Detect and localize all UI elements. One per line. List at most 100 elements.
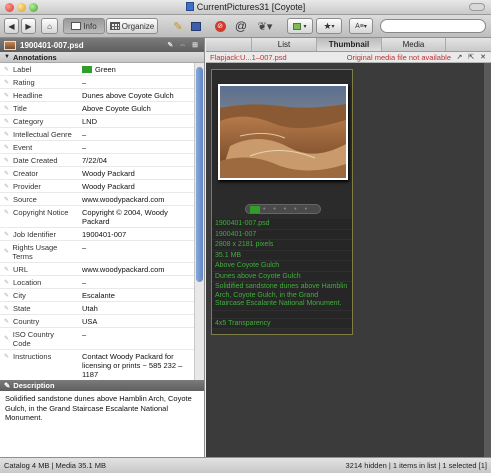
description-text[interactable]: Solidified sandstone dunes above Hamblin…	[0, 391, 204, 457]
thumbnail-card[interactable]: • • • • • 1900401-007.psd 1900401-007 2808…	[211, 69, 353, 335]
annotations-section-header[interactable]: ▼ Annotations	[0, 52, 204, 63]
path-nav-icons[interactable]: ↗ ⇱ ✕	[457, 53, 489, 61]
text-menu-button[interactable]: A≡ ▾	[349, 18, 373, 34]
annotation-value[interactable]: –	[72, 328, 194, 340]
annotation-label-text: Headline	[13, 91, 43, 100]
edit-pencil-icon: ✎	[4, 292, 10, 299]
annotation-row[interactable]: ✎ Event –	[0, 141, 194, 154]
annotation-row[interactable]: ✎ State Utah	[0, 302, 194, 315]
annotation-label-text: Title	[13, 104, 27, 113]
annotation-value[interactable]: www.woodypackard.com	[72, 263, 194, 275]
annotation-row[interactable]: ✎ Country USA	[0, 315, 194, 328]
rating-menu-button[interactable]: ★ ▾	[316, 18, 342, 34]
annotation-label: ✎ Category	[0, 115, 72, 127]
annotations-scrollbar[interactable]	[194, 63, 204, 410]
browser-panel: List Thumbnail Media Flapjack:U...1–007.…	[206, 38, 491, 457]
media-button[interactable]	[189, 18, 203, 34]
annotation-row[interactable]: ✎ Date Created 7/22/04	[0, 154, 194, 167]
annotation-label: ✎ Event	[0, 141, 72, 153]
edit-pencil-icon: ✎	[4, 157, 10, 164]
email-button[interactable]: @	[233, 18, 249, 34]
annotation-row[interactable]: ✎ Intellectual Genre –	[0, 128, 194, 141]
edit-pencil-icon: ✎	[4, 105, 10, 112]
annotate-button[interactable]: ✎	[170, 18, 186, 34]
thumbnail-rating-bar[interactable]: • • • • •	[245, 204, 321, 214]
search-input[interactable]	[380, 19, 486, 33]
annotation-value-text: 7/22/04	[82, 156, 108, 165]
info-label: Info	[83, 21, 97, 31]
annotation-value[interactable]: –	[72, 241, 194, 253]
annotation-value[interactable]: Green	[72, 63, 194, 75]
annotation-value[interactable]: Copyright © 2004, Woody Packard	[72, 206, 194, 227]
annotation-value[interactable]: USA	[72, 315, 194, 327]
label-menu-button[interactable]: ▾	[287, 18, 313, 34]
home-button[interactable]: ⌂	[41, 18, 58, 34]
annotation-row[interactable]: ✎ Location –	[0, 276, 194, 289]
annotation-value[interactable]: www.woodypackard.com	[72, 193, 194, 205]
annotation-label-text: Date Created	[13, 156, 58, 165]
gallery-scrollbar[interactable]	[484, 63, 491, 457]
annotation-value[interactable]: Above Coyote Gulch	[72, 102, 194, 114]
annotation-value-text: –	[82, 143, 87, 152]
script-button[interactable]: ❦▾	[254, 18, 276, 34]
toolbar-toggle-button[interactable]	[469, 3, 485, 11]
annotation-row[interactable]: ✎ Creator Woody Packard	[0, 167, 194, 180]
annotation-value[interactable]: Woody Packard	[72, 167, 194, 179]
title-bar: CurrentPictures31 [Coyote]	[0, 0, 491, 15]
annotation-row[interactable]: ✎ Copyright Notice Copyright © 2004, Woody…	[0, 206, 194, 228]
annotation-row[interactable]: ✎ Instructions Contact Woody Packard for l…	[0, 350, 194, 381]
annotation-row[interactable]: ✎ URL www.woodypackard.com	[0, 263, 194, 276]
thumbnail-gallery: • • • • • 1900401-007.psd 1900401-007 2808…	[206, 63, 484, 457]
description-title: Description	[13, 381, 55, 390]
info-button[interactable]: Info	[63, 18, 105, 34]
edit-pencil-icon: ✎	[4, 66, 10, 73]
thumbnail-image[interactable]	[218, 84, 348, 180]
edit-pencil-icon: ✎	[4, 183, 10, 190]
annotation-value[interactable]: Contact Woody Packard for licensing or p…	[72, 350, 194, 380]
annotation-row[interactable]: ✎ Category LND	[0, 115, 194, 128]
annotation-value[interactable]: Woody Packard	[72, 180, 194, 192]
annotation-label-text: URL	[13, 265, 29, 274]
annotation-value[interactable]: LND	[72, 115, 194, 127]
thumbnail-meta-row: Solidified sandstone dunes above Hamblin…	[212, 282, 352, 311]
annotation-value[interactable]: –	[72, 276, 194, 288]
tab-media[interactable]: Media	[381, 38, 446, 51]
annotation-row[interactable]: ✎ Job Identifier 1900401-007	[0, 228, 194, 241]
rating-dots[interactable]: • • • • •	[263, 205, 310, 214]
stop-icon: ⊘	[214, 20, 226, 32]
file-path[interactable]: Flapjack:U...1–007.psd	[210, 53, 287, 62]
annotation-value[interactable]: Escalante	[72, 289, 194, 301]
annotation-row[interactable]: ✎ Rights Usage Terms –	[0, 241, 194, 263]
annotation-value-text: www.woodypackard.com	[82, 265, 165, 274]
annotation-row[interactable]: ✎ Provider Woody Packard	[0, 180, 194, 193]
organize-button[interactable]: Organize	[106, 18, 158, 34]
description-section-header[interactable]: ✎ Description	[0, 380, 204, 391]
annotation-row[interactable]: ✎ Source www.woodypackard.com	[0, 193, 194, 206]
header-tools-icon[interactable]: ✎ ⇔ ⊞	[167, 41, 200, 49]
edit-pencil-icon: ✎	[4, 118, 10, 125]
annotation-value[interactable]: 7/22/04	[72, 154, 194, 166]
annotation-row[interactable]: ✎ Label Green	[0, 63, 194, 76]
back-button[interactable]: ◀	[4, 18, 19, 34]
annotation-value[interactable]: –	[72, 128, 194, 140]
annotation-value[interactable]: –	[72, 76, 194, 88]
scrollbar-thumb[interactable]	[196, 67, 203, 282]
annotation-value[interactable]: 1900401-007	[72, 228, 194, 240]
annotation-row[interactable]: ✎ Rating –	[0, 76, 194, 89]
tab-thumbnail[interactable]: Thumbnail	[316, 38, 381, 51]
stop-button[interactable]: ⊘	[212, 18, 228, 34]
annotation-value-text: USA	[82, 317, 98, 326]
annotation-value[interactable]: Dunes above Coyote Gulch	[72, 89, 194, 101]
annotation-value-text: www.woodypackard.com	[82, 195, 165, 204]
annotation-label: ✎ Creator	[0, 167, 72, 179]
annotation-label: ✎ Intellectual Genre	[0, 128, 72, 140]
annotation-label: ✎ Headline	[0, 89, 72, 101]
annotation-row[interactable]: ✎ City Escalante	[0, 289, 194, 302]
annotation-row[interactable]: ✎ ISO Country Code –	[0, 328, 194, 350]
annotation-value[interactable]: Utah	[72, 302, 194, 314]
forward-button[interactable]: ▶	[21, 18, 36, 34]
tab-list[interactable]: List	[251, 38, 316, 51]
annotation-value[interactable]: –	[72, 141, 194, 153]
annotation-row[interactable]: ✎ Headline Dunes above Coyote Gulch	[0, 89, 194, 102]
annotation-row[interactable]: ✎ Title Above Coyote Gulch	[0, 102, 194, 115]
